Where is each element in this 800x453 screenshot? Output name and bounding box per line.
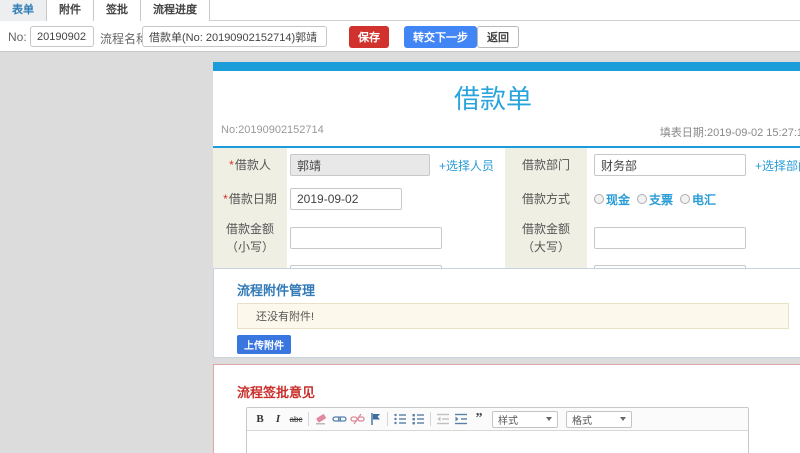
bold-icon[interactable]: B: [252, 411, 268, 427]
loan-form-panel: 借款单 No:20190902152714 填表日期:2019-09-02 15…: [213, 62, 800, 297]
amount-small-input[interactable]: [290, 227, 442, 249]
tab-progress[interactable]: 流程进度: [141, 0, 210, 21]
toolbar-separator: [308, 412, 309, 426]
borrow-date-label: 借款日期: [228, 192, 277, 206]
method-option-cheque[interactable]: 支票: [637, 191, 673, 208]
link-icon[interactable]: [331, 411, 347, 427]
required-marker: *: [229, 158, 234, 172]
method-radio-group: 现金 支票 电汇: [594, 191, 716, 208]
tab-approve[interactable]: 签批: [94, 0, 141, 21]
format-dropdown[interactable]: 格式: [566, 410, 632, 428]
method-option-label: 支票: [649, 192, 674, 207]
department-label: 借款部门: [521, 158, 570, 172]
next-step-button[interactable]: 转交下一步: [404, 26, 477, 48]
amount-big-label: 借款金额（大写）: [521, 222, 570, 254]
header-toolbar: No: 流程名称: 保存 转交下一步 返回: [0, 21, 800, 52]
radio-icon[interactable]: [637, 194, 648, 204]
amount-big-input[interactable]: [594, 227, 746, 249]
amount-small-label: 借款金额（小写）: [225, 222, 274, 254]
no-input[interactable]: [30, 26, 94, 47]
format-dropdown-label: 格式: [572, 415, 592, 427]
method-option-wire[interactable]: 电汇: [680, 191, 716, 208]
radio-icon[interactable]: [594, 194, 604, 204]
outdent-icon[interactable]: [435, 411, 451, 427]
chevron-down-icon: [546, 417, 552, 421]
doc-number: No:20190902152714: [221, 124, 324, 136]
radio-icon[interactable]: [680, 194, 691, 204]
strikethrough-icon[interactable]: abc: [288, 411, 304, 427]
fill-date: 填表日期:2019-09-02 15:27:1: [659, 127, 800, 139]
toolbar-separator: [387, 412, 388, 426]
tab-form[interactable]: 表单: [0, 0, 47, 21]
bulleted-list-icon[interactable]: [410, 411, 426, 427]
save-button[interactable]: 保存: [349, 26, 389, 48]
required-marker: *: [223, 192, 228, 206]
panel-accent-bar: [213, 62, 800, 71]
editor-toolbar: B I abc ” 样式 格式: [247, 408, 748, 431]
remove-format-icon[interactable]: [313, 411, 329, 427]
italic-icon[interactable]: I: [270, 411, 286, 427]
department-input[interactable]: [594, 154, 746, 176]
no-label: No:: [8, 30, 27, 44]
app-screen: 表单 附件 签批 流程进度 No: 流程名称: 保存 转交下一步 返回 借款单 …: [0, 0, 800, 453]
indent-icon[interactable]: [453, 411, 469, 427]
blockquote-icon[interactable]: ”: [471, 411, 487, 427]
tab-attachment[interactable]: 附件: [47, 0, 94, 21]
no-attachment-text: 还没有附件!: [256, 311, 315, 323]
approval-panel: 流程签批意见 B I abc ” 样式 格式: [213, 364, 800, 453]
select-person-link[interactable]: +选择人员: [439, 157, 494, 174]
approval-heading: 流程签批意见: [237, 385, 316, 400]
anchor-flag-icon[interactable]: [367, 411, 383, 427]
amount-small-label-cell: 借款金额（小写）: [213, 216, 287, 260]
department-label-cell: 借款部门: [505, 148, 587, 182]
unlink-icon[interactable]: [349, 411, 365, 427]
upload-attachment-button[interactable]: 上传附件: [237, 335, 291, 354]
borrow-date-input[interactable]: [290, 188, 402, 210]
method-option-label: 电汇: [692, 192, 717, 207]
borrower-label: 借款人: [234, 158, 271, 172]
styles-dropdown[interactable]: 样式: [492, 410, 558, 428]
styles-dropdown-label: 样式: [498, 415, 518, 427]
borrower-label-cell: *借款人: [213, 148, 287, 182]
attachment-heading: 流程附件管理: [237, 283, 316, 298]
numbered-list-icon[interactable]: [392, 411, 408, 427]
form-meta-row: No:20190902152714 填表日期:2019-09-02 15:27:…: [213, 116, 800, 146]
borrower-input[interactable]: [290, 154, 430, 176]
rich-text-editor: B I abc ” 样式 格式: [246, 407, 749, 453]
method-label: 借款方式: [521, 192, 570, 206]
toolbar-separator: [430, 412, 431, 426]
no-attachment-alert: 还没有附件!: [237, 303, 789, 329]
select-department-link[interactable]: +选择部门: [755, 157, 800, 174]
method-option-cash[interactable]: 现金: [594, 191, 630, 208]
amount-big-label-cell: 借款金额（大写）: [505, 216, 587, 260]
chevron-down-icon: [620, 417, 626, 421]
editor-content-area[interactable]: [247, 431, 748, 453]
tab-bar: 表单 附件 签批 流程进度: [0, 0, 800, 21]
borrow-date-label-cell: *借款日期: [213, 182, 287, 216]
attachment-panel: 流程附件管理 还没有附件! 上传附件: [213, 268, 800, 358]
flow-name-input[interactable]: [142, 26, 327, 47]
method-option-label: 现金: [606, 192, 631, 207]
form-title: 借款单: [453, 84, 532, 114]
method-label-cell: 借款方式: [505, 182, 587, 216]
back-button[interactable]: 返回: [477, 26, 519, 48]
